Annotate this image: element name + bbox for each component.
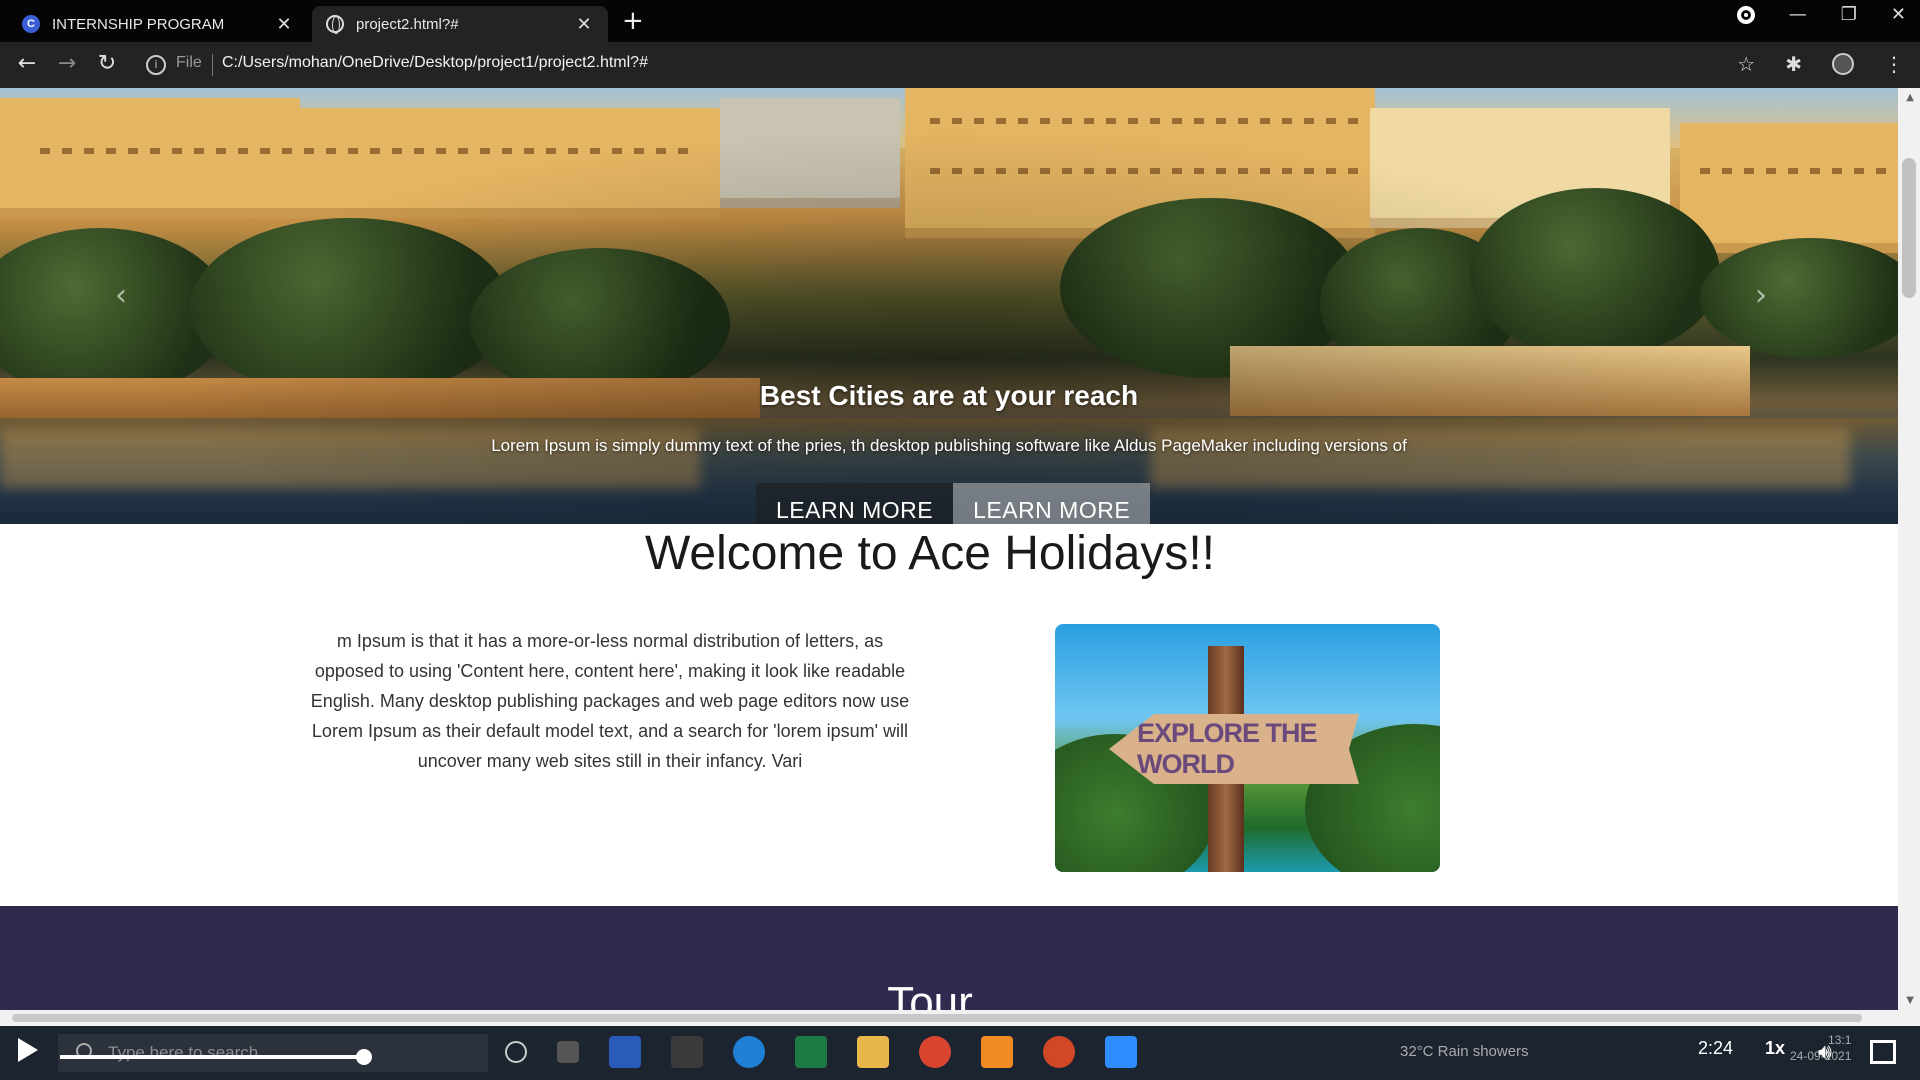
new-tab-button[interactable]: + <box>622 8 644 34</box>
explore-the-world-image: EXPLORE THE WORLD <box>1055 624 1440 872</box>
scroll-down-icon[interactable]: ▼ <box>1906 995 1914 1006</box>
taskbar: Type here to search 32°C Rain showers 2:… <box>0 1026 1920 1080</box>
profile-indicator-icon[interactable] <box>1736 5 1755 24</box>
task-view-icon[interactable] <box>557 1041 579 1063</box>
weather-status: 32°C Rain showers <box>1400 1043 1529 1060</box>
edge-icon[interactable] <box>733 1036 765 1068</box>
volume-icon[interactable]: 🔊︎ <box>1818 1040 1832 1065</box>
tour-title: Tour <box>887 978 973 1010</box>
taskbar-search[interactable]: Type here to search <box>58 1034 488 1072</box>
welcome-text: m Ipsum is that it has a more-or-less no… <box>310 631 910 771</box>
powerpoint-icon[interactable] <box>1043 1036 1075 1068</box>
tour-section: Tour <box>0 906 1898 1010</box>
learn-more-button[interactable]: LEARN MORE <box>756 483 954 524</box>
extensions-icon[interactable]: ✱ <box>1785 52 1802 76</box>
taskbar-apps <box>505 1036 1137 1068</box>
tab-project2[interactable]: project2.html?# ✕ <box>312 6 608 42</box>
close-window-button[interactable]: ✕ <box>1891 4 1906 25</box>
store-icon[interactable] <box>671 1036 703 1068</box>
scheme-label: File <box>176 54 202 71</box>
browser-toolbar: ← → ↻ i File C:/Users/mohan/OneDrive/Des… <box>0 42 1920 88</box>
menu-icon[interactable]: ⋮ <box>1884 52 1904 76</box>
divider <box>212 54 213 76</box>
close-icon[interactable]: ✕ <box>574 14 594 35</box>
folder-icon[interactable] <box>857 1036 889 1068</box>
welcome-title: Welcome to Ace Holidays!! <box>644 527 1216 580</box>
video-progress[interactable] <box>60 1055 364 1059</box>
progress-handle[interactable] <box>356 1049 372 1065</box>
zoom-icon[interactable] <box>1105 1036 1137 1068</box>
video-player-bar: Type here to search 32°C Rain showers 2:… <box>0 1010 1920 1080</box>
playback-speed[interactable]: 1x <box>1765 1038 1785 1059</box>
hero-title: Best Cities are at your reach <box>759 380 1139 411</box>
search-placeholder: Type here to search <box>108 1043 259 1062</box>
site-info-icon[interactable]: i <box>146 55 166 75</box>
minimize-button[interactable]: — <box>1789 4 1807 25</box>
hero-carousel: ‹ › Best Cities are at your reach Lorem … <box>0 88 1898 524</box>
reload-button[interactable]: ↻ <box>94 52 120 76</box>
tab-title: project2.html?# <box>356 15 459 33</box>
browser-tab-strip: C INTERNSHIP PROGRAM ✕ project2.html?# ✕… <box>0 0 1920 42</box>
fullscreen-icon[interactable] <box>1870 1040 1896 1064</box>
window-controls: — ❐ ✕ <box>1736 4 1906 25</box>
address-bar[interactable]: C:/Users/mohan/OneDrive/Desktop/project1… <box>222 54 648 72</box>
excel-icon[interactable] <box>795 1036 827 1068</box>
back-button[interactable]: ← <box>14 52 40 76</box>
vertical-scrollbar[interactable]: ▲ ▼ <box>1898 88 1920 1010</box>
avatar[interactable] <box>1832 53 1854 75</box>
cortana-icon[interactable] <box>505 1041 527 1063</box>
tab-internship-program[interactable]: C INTERNSHIP PROGRAM ✕ <box>8 6 308 42</box>
scroll-up-icon[interactable]: ▲ <box>1906 92 1914 103</box>
play-icon[interactable] <box>18 1038 38 1062</box>
forward-button[interactable]: → <box>54 52 80 76</box>
carousel-next-icon[interactable]: › <box>1755 278 1767 313</box>
chrome-icon[interactable] <box>919 1036 951 1068</box>
close-icon[interactable]: ✕ <box>274 14 294 35</box>
scrollbar-thumb[interactable] <box>1902 158 1916 298</box>
horizontal-scrollbar[interactable] <box>0 1010 1920 1026</box>
globe-icon <box>326 15 344 34</box>
page-viewport: ‹ › Best Cities are at your reach Lorem … <box>0 88 1920 1010</box>
image-caption: EXPLORE THE WORLD <box>1137 718 1318 779</box>
learn-more-button[interactable]: LEARN MORE <box>953 483 1151 524</box>
restore-button[interactable]: ❐ <box>1841 4 1857 25</box>
bookmark-star-icon[interactable]: ☆ <box>1737 52 1755 76</box>
video-time: 2:24 <box>1698 1038 1734 1058</box>
carousel-prev-icon[interactable]: ‹ <box>115 278 127 313</box>
sublime-icon[interactable] <box>981 1036 1013 1068</box>
tab-title: INTERNSHIP PROGRAM <box>52 15 225 33</box>
word-icon[interactable] <box>609 1036 641 1068</box>
c-logo-icon: C <box>22 15 40 33</box>
hero-subtitle: Lorem Ipsum is simply dummy text of the … <box>491 436 1407 455</box>
